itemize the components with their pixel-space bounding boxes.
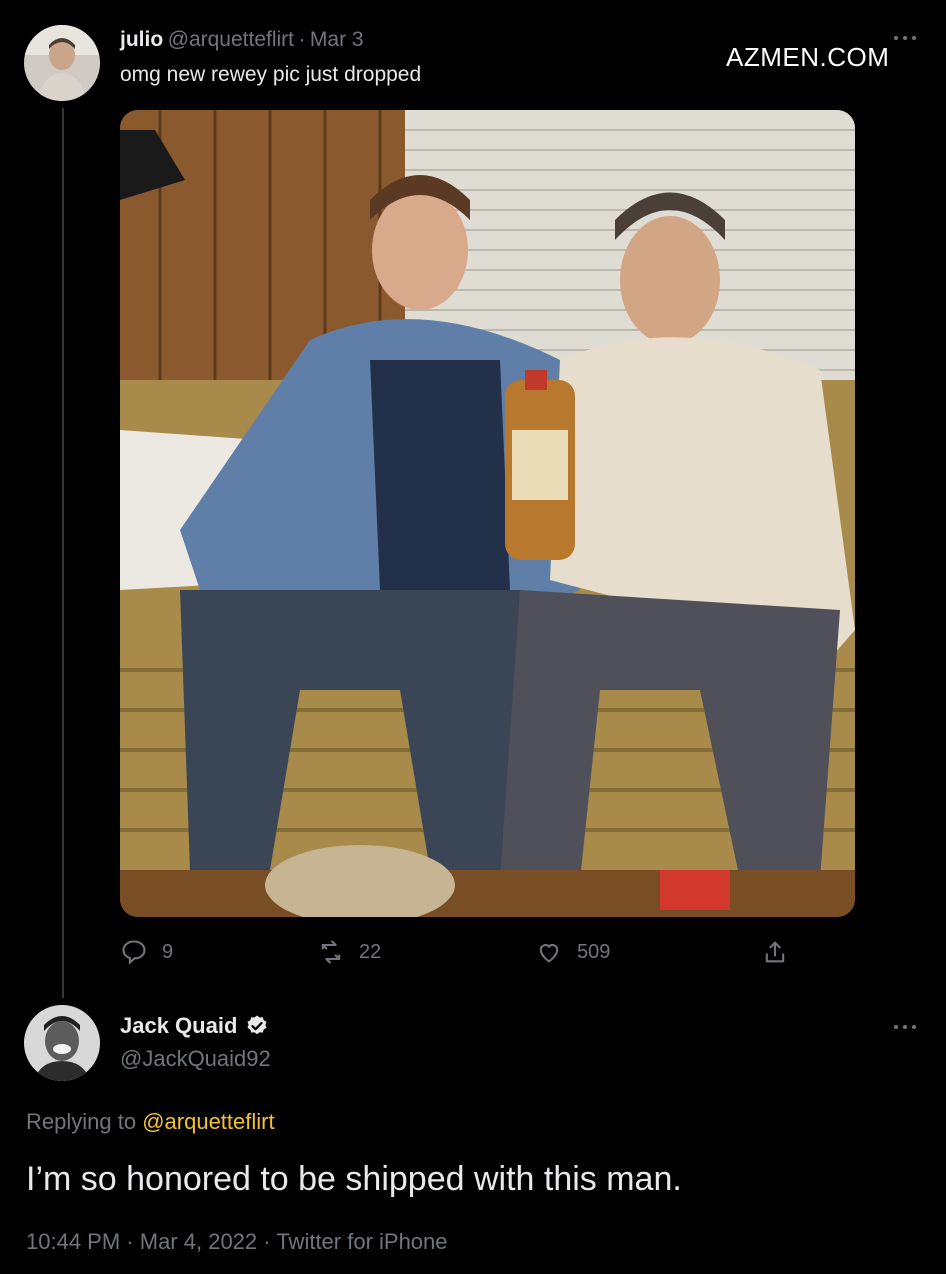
verified-icon bbox=[247, 1015, 267, 1035]
share-action[interactable] bbox=[761, 938, 789, 966]
reply-client[interactable]: Twitter for iPhone bbox=[276, 1229, 447, 1254]
reply-meta: 10:44 PM · Mar 4, 2022 · Twitter for iPh… bbox=[26, 1229, 448, 1255]
avatar-julio-image bbox=[24, 25, 100, 101]
header-separator: · bbox=[298, 28, 306, 51]
author-name[interactable]: julio bbox=[120, 28, 163, 51]
retweet-icon bbox=[321, 940, 341, 964]
reply-time[interactable]: 10:44 PM bbox=[26, 1229, 120, 1254]
like-count: 509 bbox=[577, 940, 611, 963]
more-icon[interactable] bbox=[893, 26, 917, 49]
retweet-action[interactable]: 22 bbox=[317, 938, 381, 966]
reply-action[interactable]: 9 bbox=[120, 938, 173, 966]
retweet-count: 22 bbox=[359, 940, 382, 963]
reply-author: Jack Quaid bbox=[120, 1013, 269, 1039]
replying-to: Replying to @arquetteflirt bbox=[26, 1109, 275, 1135]
tweet-date[interactable]: Mar 3 bbox=[310, 28, 364, 51]
like-action[interactable]: 509 bbox=[535, 938, 610, 966]
reply-count: 9 bbox=[162, 940, 174, 963]
meta-separator-2: · bbox=[263, 1229, 271, 1254]
watermark: AZMEN.COM bbox=[726, 42, 890, 72]
reply-date[interactable]: Mar 4, 2022 bbox=[140, 1229, 257, 1254]
share-icon bbox=[765, 941, 785, 963]
avatar-jack-quaid[interactable] bbox=[24, 1005, 100, 1081]
reply-author-handle[interactable]: @JackQuaid92 bbox=[120, 1046, 271, 1072]
avatar-jack-quaid-image bbox=[24, 1005, 100, 1081]
reply-more-icon[interactable] bbox=[893, 1019, 917, 1037]
thread-line bbox=[62, 108, 64, 998]
replying-to-link[interactable]: @arquetteflirt bbox=[142, 1109, 274, 1134]
meta-separator-1: · bbox=[126, 1229, 134, 1254]
replying-prefix: Replying to bbox=[26, 1109, 137, 1134]
author-handle[interactable]: @arquetteflirt bbox=[168, 28, 294, 51]
heart-icon bbox=[539, 944, 559, 963]
tweet-text: omg new rewey pic just dropped bbox=[120, 63, 422, 86]
tweet-photo[interactable] bbox=[120, 110, 855, 917]
avatar-julio[interactable] bbox=[24, 25, 100, 101]
tweet-header: julio @arquetteflirt · Mar 3 bbox=[120, 28, 364, 52]
photo-image bbox=[120, 110, 855, 917]
reply-author-name[interactable]: Jack Quaid bbox=[120, 1013, 237, 1039]
reply-icon bbox=[122, 940, 146, 965]
reply-text: I’m so honored to be shipped with this m… bbox=[26, 1160, 682, 1198]
